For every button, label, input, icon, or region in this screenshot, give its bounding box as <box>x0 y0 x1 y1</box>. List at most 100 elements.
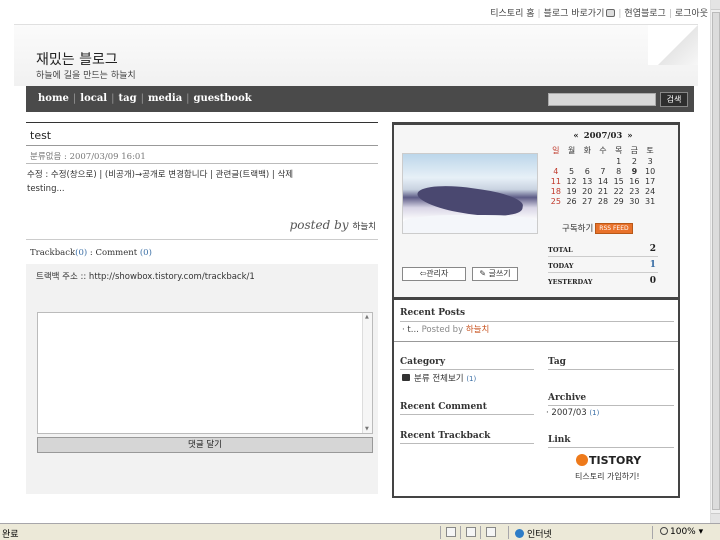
recent-posts-title: Recent Posts <box>400 308 466 318</box>
divider <box>480 526 481 539</box>
globe-icon <box>515 529 524 538</box>
pencil-icon: ✎ <box>479 269 487 278</box>
scroll-thumb[interactable] <box>712 12 720 510</box>
calendar-prev-button[interactable]: « <box>573 131 578 141</box>
calendar-day: 24 <box>645 186 656 196</box>
nav-item-media[interactable]: media <box>148 93 182 104</box>
nav-item-local[interactable]: local <box>80 93 107 104</box>
recent-post-item[interactable]: · t... Posted by 하늘치 <box>402 323 489 335</box>
status-slot-icon <box>446 527 456 537</box>
zoom-level: 100% <box>670 527 696 537</box>
tag-title: Tag <box>548 357 566 367</box>
search-input[interactable] <box>548 93 656 106</box>
divider <box>400 321 674 322</box>
archive-item[interactable]: · 2007/03 (1) <box>546 408 599 418</box>
write-button[interactable]: ✎ 글쓰기 <box>472 267 518 281</box>
security-zone-label: 인터넷 <box>527 530 552 540</box>
counter-today: TODAY 1 <box>548 257 658 273</box>
divider <box>440 526 441 539</box>
recent-post-author[interactable]: 하늘치 <box>466 325 489 335</box>
comment-form: 댓글 달기 <box>26 304 378 494</box>
post-author[interactable]: 하늘치 <box>353 222 376 232</box>
sidebar: ⇦관리자 ✎ 글쓰기 «2007/03» 일 월 화 수 목 금 토 1 2 3… <box>392 122 680 498</box>
calendar-day <box>595 156 611 166</box>
comment-textarea[interactable] <box>37 312 373 434</box>
scroll-up-arrow-icon[interactable] <box>711 0 720 10</box>
divider <box>26 163 378 164</box>
post-body: testing... <box>27 184 65 194</box>
post-datetime: 2007/03/09 16:01 <box>69 152 146 162</box>
calendar-day: 3 <box>647 156 653 166</box>
counter-total: TOTAL 2 <box>548 241 658 257</box>
blog-title[interactable]: 재밌는 블로그 <box>36 49 118 69</box>
security-zone[interactable]: 인터넷 <box>515 527 552 540</box>
textarea-scrollbar[interactable] <box>362 313 372 433</box>
topbar-link-team-blog[interactable]: 현엽블로그 <box>624 9 665 19</box>
comment-label[interactable]: Comment <box>95 248 137 258</box>
profile-box: ⇦관리자 ✎ 글쓰기 «2007/03» 일 월 화 수 목 금 토 1 2 3… <box>394 125 678 300</box>
subscribe-row: 구독하기 RSS FEED <box>562 222 633 234</box>
divider <box>508 526 509 539</box>
scroll-down-arrow-icon[interactable] <box>711 513 720 523</box>
post-meta: 분류없음 : 2007/03/09 16:01 <box>30 152 146 162</box>
calendar-weekday-row: 일 월 화 수 목 금 토 <box>548 145 658 156</box>
topbar-links: 티스토리 홈 | 블로그 바로가기 | 현엽블로그 | 로그아웃 <box>490 9 708 19</box>
post-category[interactable]: 분류없음 <box>30 152 61 162</box>
calendar-day: 6 <box>584 166 590 176</box>
calendar-header: « 2007/03 » <box>548 131 658 143</box>
counter-total-label: TOTAL <box>548 246 573 254</box>
search-button[interactable]: 검색 <box>660 92 688 107</box>
calendar-day: 18 <box>550 186 561 196</box>
blog-header: 재밌는 블로그 하늘에 길을 만드는 하늘치 <box>14 24 698 86</box>
divider <box>548 447 674 448</box>
calendar-day: 1 <box>616 156 622 166</box>
calendar-day: 16 <box>629 176 640 186</box>
calendar-day: 14 <box>597 176 609 186</box>
recent-comment-title: Recent Comment <box>400 402 487 412</box>
counter-yesterday-value: 0 <box>649 276 656 286</box>
nav-item-home[interactable]: home <box>38 93 69 104</box>
calendar-next-button[interactable]: » <box>627 131 632 141</box>
calendar-day: 28 <box>597 196 609 206</box>
trackback-count[interactable]: (0) <box>75 248 87 258</box>
topbar-link-tistory-home[interactable]: 티스토리 홈 <box>490 9 534 19</box>
tistory-logo-text: TISTORY <box>589 454 642 467</box>
post-title[interactable]: test <box>26 122 378 146</box>
archive-item-count: (1) <box>589 409 600 417</box>
divider <box>460 526 461 539</box>
comment-submit-button[interactable]: 댓글 달기 <box>37 437 373 453</box>
trackback-address: 트랙백 주소 :: http://showbox.tistory.com/tra… <box>36 272 255 282</box>
tistory-logo[interactable]: TISTORY <box>576 454 641 467</box>
calendar-day: 12 <box>566 176 577 186</box>
calendar-day <box>548 156 564 166</box>
calendar-day: 21 <box>597 186 609 196</box>
popup-blocker-icon[interactable] <box>486 527 496 537</box>
post-actions[interactable]: 수정 : 수정(창으로) | (비공개)→공개로 변경합니다 | 관련글(트랙백… <box>27 168 293 180</box>
nav-item-tag[interactable]: tag <box>118 93 136 104</box>
counter-today-label: TODAY <box>548 262 574 270</box>
calendar-day: 11 <box>550 176 561 186</box>
topbar-link-logout[interactable]: 로그아웃 <box>675 9 708 19</box>
weekday-mon: 월 <box>567 146 576 155</box>
zoom-control[interactable]: 100% ▾ <box>660 527 703 537</box>
calendar-week: 11 12 13 14 15 16 17 <box>548 176 658 186</box>
admin-button[interactable]: ⇦관리자 <box>402 267 466 281</box>
nav-item-guestbook[interactable]: guestbook <box>194 93 252 104</box>
archive-item-label[interactable]: 2007/03 <box>551 408 586 418</box>
calendar-day-with-post[interactable]: 9 <box>627 166 643 176</box>
rss-feed-button[interactable]: RSS FEED <box>595 223 633 234</box>
trackback-label[interactable]: Trackback <box>30 248 75 258</box>
category-item-all[interactable]: 분류 전체보기 (1) <box>402 372 476 384</box>
tistory-join-link[interactable]: 티스토리 가입하기! <box>575 471 640 482</box>
visitor-counter: TOTAL 2 TODAY 1 YESTERDAY 0 <box>548 241 658 289</box>
category-item-label[interactable]: 분류 전체보기 <box>414 374 464 384</box>
nav-bar: home | local | tag | media | guestbook 검색 <box>26 86 694 112</box>
page-scrollbar[interactable] <box>710 0 720 523</box>
comment-count[interactable]: (0) <box>140 248 152 258</box>
torn-paper-decoration <box>648 25 698 65</box>
calendar-week: 25 26 27 28 29 30 31 <box>548 196 658 206</box>
calendar-week: 1 2 3 <box>548 156 658 166</box>
topbar-link-blog-shortcut[interactable]: 블로그 바로가기 <box>544 9 605 19</box>
status-text: 완료 <box>2 530 19 540</box>
recent-post-title[interactable]: t... <box>407 325 418 335</box>
